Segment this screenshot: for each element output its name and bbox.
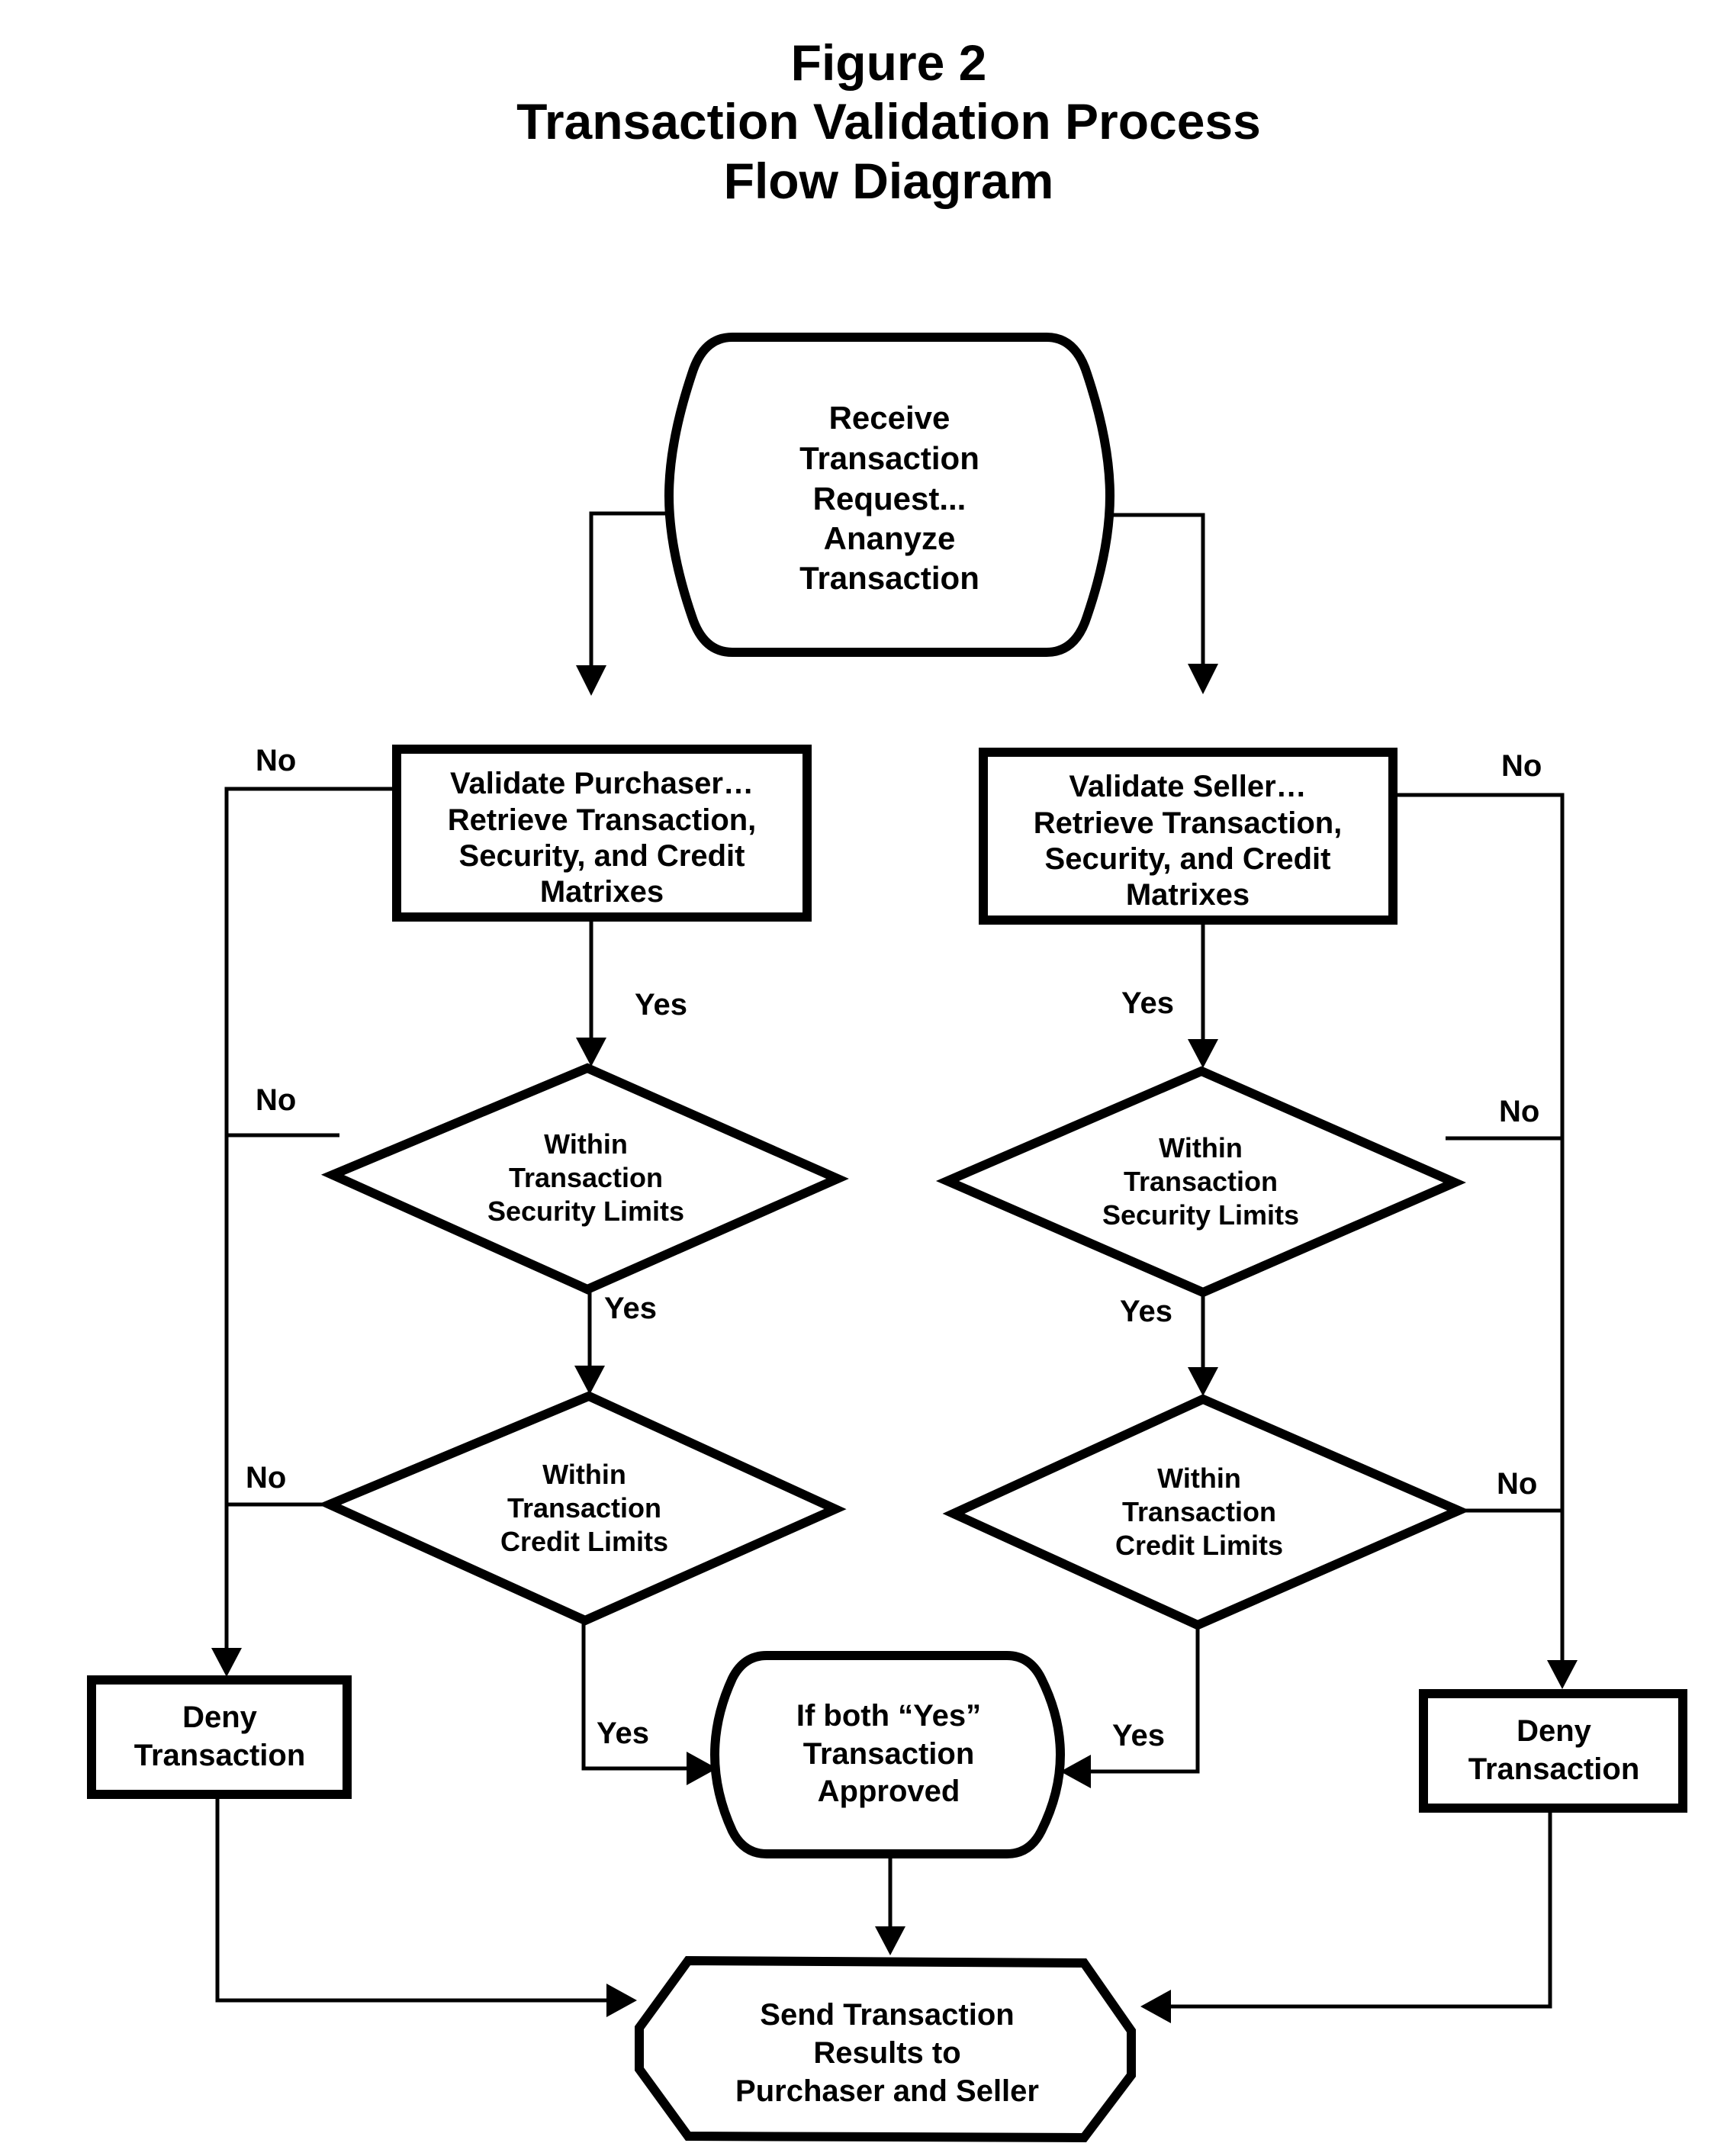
svg-text:Deny: Deny	[1517, 1714, 1592, 1748]
arrowhead	[1547, 1660, 1578, 1689]
svg-text:Transaction: Transaction	[507, 1492, 661, 1524]
purchaser-credit-decision: Within Transaction Credit Limits	[317, 1391, 847, 1626]
svg-text:Validate Seller…: Validate Seller…	[1069, 770, 1306, 803]
svg-text:Deny: Deny	[182, 1701, 258, 1734]
svg-text:Transaction: Transaction	[1122, 1496, 1276, 1527]
label-no: No	[1499, 1095, 1539, 1128]
arrowhead	[576, 1038, 606, 1067]
svg-text:Within: Within	[542, 1459, 626, 1490]
svg-text:Retrieve Transaction,: Retrieve Transaction,	[448, 803, 757, 837]
arrowhead	[1188, 1039, 1218, 1068]
svg-text:Within: Within	[1157, 1463, 1241, 1494]
svg-text:Ananyze: Ananyze	[824, 520, 956, 556]
label-yes: Yes	[1121, 986, 1174, 1020]
diagram-subtitle: Flow Diagram	[724, 153, 1054, 209]
svg-text:Validate Purchaser…: Validate Purchaser…	[450, 767, 754, 800]
diagram-title: Transaction Validation Process	[516, 93, 1261, 150]
transaction-approved-node: If both “Yes” Transaction Approved	[709, 1651, 1066, 1858]
arrowhead	[1188, 1367, 1218, 1396]
label-yes: Yes	[635, 988, 687, 1022]
deny-transaction-left-node: Deny Transaction	[87, 1675, 352, 1799]
svg-text:Request...: Request...	[813, 481, 967, 516]
purchaser-security-decision: Within Transaction Security Limits	[320, 1063, 849, 1295]
arrowhead	[875, 1926, 905, 1955]
edge-deny-left-to-send	[215, 1797, 610, 2003]
svg-text:Within: Within	[544, 1128, 628, 1160]
label-no: No	[1501, 749, 1542, 783]
svg-text:Transaction: Transaction	[803, 1737, 975, 1771]
edge-receive-to-seller	[1106, 513, 1205, 670]
label-yes: Yes	[604, 1292, 657, 1325]
arrowhead	[574, 1366, 605, 1395]
svg-text:Within: Within	[1159, 1132, 1243, 1163]
svg-text:If both “Yes”: If both “Yes”	[796, 1699, 981, 1733]
arrowhead	[576, 665, 606, 696]
label-yes: Yes	[1112, 1719, 1165, 1752]
svg-text:Approved: Approved	[818, 1775, 960, 1808]
deny-transaction-right-node: Deny Transaction	[1419, 1689, 1687, 1813]
label-no: No	[246, 1461, 286, 1495]
svg-text:Security, and Credit: Security, and Credit	[1045, 842, 1331, 876]
figure-label: Figure 2	[791, 34, 987, 91]
validate-purchaser-node: Validate Purchaser… Retrieve Transaction…	[392, 745, 812, 922]
send-results-node: Send Transaction Results to Purchaser an…	[635, 1955, 1136, 2143]
label-no: No	[1497, 1467, 1537, 1501]
svg-text:Security Limits: Security Limits	[1102, 1199, 1299, 1231]
svg-text:Transaction: Transaction	[1124, 1166, 1278, 1197]
svg-text:Receive: Receive	[829, 400, 950, 436]
label-no: No	[256, 744, 296, 777]
label-no: No	[256, 1083, 296, 1117]
svg-text:Send Transaction: Send Transaction	[760, 1998, 1014, 2032]
edge-receive-to-purchaser	[589, 511, 671, 671]
seller-credit-decision: Within Transaction Credit Limits	[942, 1394, 1470, 1630]
arrowhead	[1060, 1755, 1091, 1788]
svg-text:Transaction: Transaction	[799, 440, 979, 476]
edge-seller-no	[1396, 793, 1565, 1663]
svg-text:Transaction: Transaction	[1468, 1752, 1640, 1786]
arrowhead	[211, 1648, 242, 1677]
svg-text:Matrixes: Matrixes	[1126, 878, 1250, 912]
flow-diagram: Figure 2 Transaction Validation Process …	[87, 34, 1687, 2143]
label-yes: Yes	[597, 1717, 649, 1750]
receive-request-node: Receive Transaction Request... Ananyze T…	[664, 333, 1115, 657]
edge-deny-right-to-send	[1167, 1810, 1552, 2009]
validate-seller-node: Validate Seller… Retrieve Transaction, S…	[979, 748, 1398, 925]
svg-text:Transaction: Transaction	[509, 1162, 663, 1193]
svg-text:Purchaser and Seller: Purchaser and Seller	[735, 2074, 1039, 2108]
svg-text:Transaction: Transaction	[799, 560, 979, 596]
svg-text:Transaction: Transaction	[134, 1739, 306, 1772]
svg-text:Retrieve Transaction,: Retrieve Transaction,	[1034, 806, 1343, 840]
svg-text:Credit Limits: Credit Limits	[1115, 1530, 1283, 1561]
arrowhead	[1188, 664, 1218, 694]
seller-security-decision: Within Transaction Security Limits	[935, 1066, 1466, 1298]
arrowhead	[1140, 1990, 1171, 2023]
svg-text:Matrixes: Matrixes	[540, 875, 664, 909]
svg-text:Security, and Credit: Security, and Credit	[459, 839, 745, 873]
svg-text:Security Limits: Security Limits	[487, 1195, 684, 1227]
svg-text:Credit Limits: Credit Limits	[500, 1526, 668, 1557]
svg-text:Results to: Results to	[813, 2036, 960, 2070]
label-yes: Yes	[1120, 1295, 1172, 1328]
arrowhead	[606, 1984, 637, 2017]
